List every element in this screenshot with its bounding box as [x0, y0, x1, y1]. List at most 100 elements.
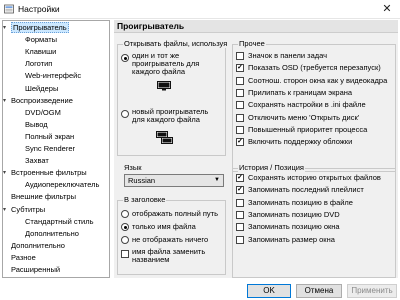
sidebar-item[interactable]: DVD/OGM: [25, 108, 61, 118]
history-checkbox-label[interactable]: Сохранять историю открытых файлов: [248, 173, 381, 182]
chevron-down-icon: ▼: [214, 177, 220, 183]
history-scrollbar[interactable]: [384, 173, 392, 277]
misc-checkbox[interactable]: [236, 76, 244, 85]
sidebar-item[interactable]: Захват: [25, 156, 49, 166]
expand-toggle-icon[interactable]: ▾: [3, 96, 11, 106]
radio-file-name-only-label[interactable]: только имя файла: [132, 222, 196, 231]
settings-panel: Проигрыватель Открывать файлы, используя…: [114, 20, 398, 278]
sidebar-item[interactable]: Стандартный стиль: [25, 217, 94, 227]
title-display-group-title: В заголовке: [123, 195, 167, 204]
open-files-group-title: Открывать файлы, используя: [123, 39, 229, 48]
expand-toggle-icon[interactable]: ▾: [3, 205, 11, 215]
checkbox-replace-with-title[interactable]: [121, 250, 129, 258]
misc-checkbox-label[interactable]: Прилипать к границам экрана: [248, 88, 352, 97]
history-checkbox-label[interactable]: Запоминать позицию в файле: [248, 198, 353, 207]
multi-monitor-icon: [156, 131, 173, 144]
sidebar-item-label: Проигрыватель: [11, 22, 69, 33]
radio-new-player[interactable]: [121, 110, 129, 118]
expand-toggle-icon[interactable]: ▾: [3, 168, 11, 178]
history-checkbox[interactable]: [236, 235, 244, 244]
misc-checkbox-label[interactable]: Значок в панели задач: [248, 51, 327, 60]
language-select[interactable]: Russian ▼: [124, 174, 224, 187]
radio-show-nothing-label[interactable]: не отображать ничего: [132, 235, 208, 244]
misc-checkbox-label[interactable]: Отключить меню 'Открыть диск': [248, 113, 359, 122]
close-icon[interactable]: ✕: [374, 0, 400, 19]
history-group-title: История / Позиция: [238, 163, 305, 172]
sidebar-item[interactable]: Вывод: [25, 120, 48, 130]
sidebar-item[interactable]: Sync Renderer: [25, 144, 75, 154]
history-checkbox[interactable]: ✓: [236, 186, 244, 195]
app-icon: [4, 4, 14, 14]
sidebar-item[interactable]: Клавиши: [25, 47, 56, 57]
sidebar-item-label: Форматы: [25, 35, 58, 45]
single-monitor-icon: [157, 81, 171, 91]
sidebar-item[interactable]: Web-интерфейс: [25, 71, 81, 81]
sidebar-item-label: Захват: [25, 156, 49, 166]
misc-checkbox[interactable]: [236, 125, 244, 134]
page-title: Проигрыватель: [114, 20, 398, 33]
apply-button[interactable]: Применить: [347, 284, 397, 298]
radio-new-player-label[interactable]: новый проигрыватель для каждого файла: [132, 108, 220, 124]
history-checkbox[interactable]: [236, 198, 244, 207]
sidebar-item-label: Субтитры: [11, 204, 46, 214]
sidebar-item[interactable]: Воспроизведение: [11, 96, 73, 106]
sidebar-item[interactable]: Встроенные фильтры: [11, 168, 87, 178]
misc-checkbox[interactable]: [236, 113, 244, 122]
misc-checkbox-label[interactable]: Повышенный приоритет процесса: [248, 125, 367, 134]
misc-checkbox-label[interactable]: Сохранять настройки в .ini файле: [248, 100, 366, 109]
sidebar-item-label: Шейдеры: [25, 83, 59, 93]
misc-checkbox-label[interactable]: Показать OSD (требуется перезапуск): [248, 63, 381, 72]
misc-checkbox[interactable]: [236, 88, 244, 97]
sidebar-item-label: Клавиши: [25, 47, 57, 57]
sidebar-item[interactable]: Проигрыватель: [11, 22, 69, 33]
history-checkbox-label[interactable]: Запоминать последний плейлист: [248, 185, 364, 194]
sidebar-item-label: Встроенные фильтры: [11, 168, 87, 178]
sidebar-item[interactable]: Шейдеры: [25, 84, 58, 94]
misc-checkbox[interactable]: ✓: [236, 138, 244, 147]
sidebar-item[interactable]: Форматы: [25, 35, 57, 45]
expand-toggle-icon[interactable]: ▾: [3, 23, 11, 33]
sidebar-item[interactable]: Дополнительно: [11, 241, 65, 251]
radio-full-path-label[interactable]: отображать полный путь: [132, 209, 218, 218]
radio-file-name-only[interactable]: [121, 223, 129, 231]
sidebar-item[interactable]: Разное: [11, 253, 36, 263]
sidebar-item[interactable]: Субтитры: [11, 205, 45, 215]
ok-button[interactable]: OK: [247, 284, 291, 298]
sidebar-item-label: Внешние фильтры: [11, 192, 76, 202]
history-checkbox[interactable]: [236, 210, 244, 219]
sidebar-item[interactable]: Полный экран: [25, 132, 74, 142]
radio-same-player[interactable]: [121, 54, 129, 62]
sidebar-item[interactable]: Аудиопереключатель: [25, 180, 99, 190]
sidebar-item-label: Полный экран: [25, 131, 75, 141]
history-checkbox-label[interactable]: Запоминать позицию DVD: [248, 210, 340, 219]
history-checkbox-label[interactable]: Запоминать размер окна: [248, 235, 335, 244]
misc-checkbox[interactable]: [236, 52, 244, 60]
misc-checkbox[interactable]: [236, 101, 244, 110]
sidebar-item-label: DVD/OGM: [25, 107, 61, 117]
radio-full-path[interactable]: [121, 210, 129, 218]
sidebar-item[interactable]: Расширенный: [11, 265, 60, 275]
sidebar-item[interactable]: Дополнительно: [25, 229, 79, 239]
sidebar-item-label: Логотип: [25, 59, 53, 69]
misc-checkbox-label[interactable]: Включить поддержку обложки: [248, 137, 352, 146]
sidebar-item-label: Аудиопереключатель: [25, 180, 100, 190]
misc-checkbox-label[interactable]: Соотнош. сторон окна как у видеокадра: [248, 76, 387, 85]
sidebar-item-label: Дополнительно: [11, 240, 65, 250]
radio-same-player-label[interactable]: один и тот же проигрыватель для каждого …: [132, 52, 222, 76]
settings-tree[interactable]: ▾ Проигрыватель Форматы Клавиши Логотип Web-и…: [2, 20, 110, 278]
title-bar: Настройки ✕: [0, 0, 400, 19]
history-checkbox-label[interactable]: Запоминать позицию окна: [248, 222, 340, 231]
history-checkbox[interactable]: ✓: [236, 174, 244, 182]
sidebar-item-label: Стандартный стиль: [25, 216, 94, 226]
checkbox-replace-with-title-label[interactable]: имя файла заменить названием: [132, 248, 220, 264]
sidebar-item-label: Дополнительно: [25, 228, 79, 238]
language-value: Russian: [128, 176, 156, 185]
misc-checkbox[interactable]: ✓: [236, 64, 244, 73]
sidebar-item-label: Расширенный: [11, 265, 61, 274]
sidebar-item-label: Sync Renderer: [25, 144, 76, 153]
sidebar-item[interactable]: Логотип: [25, 59, 52, 69]
sidebar-item[interactable]: Внешние фильтры: [11, 192, 76, 202]
radio-show-nothing[interactable]: [121, 236, 129, 244]
history-checkbox[interactable]: [236, 223, 244, 232]
cancel-button[interactable]: Отмена: [296, 284, 342, 298]
